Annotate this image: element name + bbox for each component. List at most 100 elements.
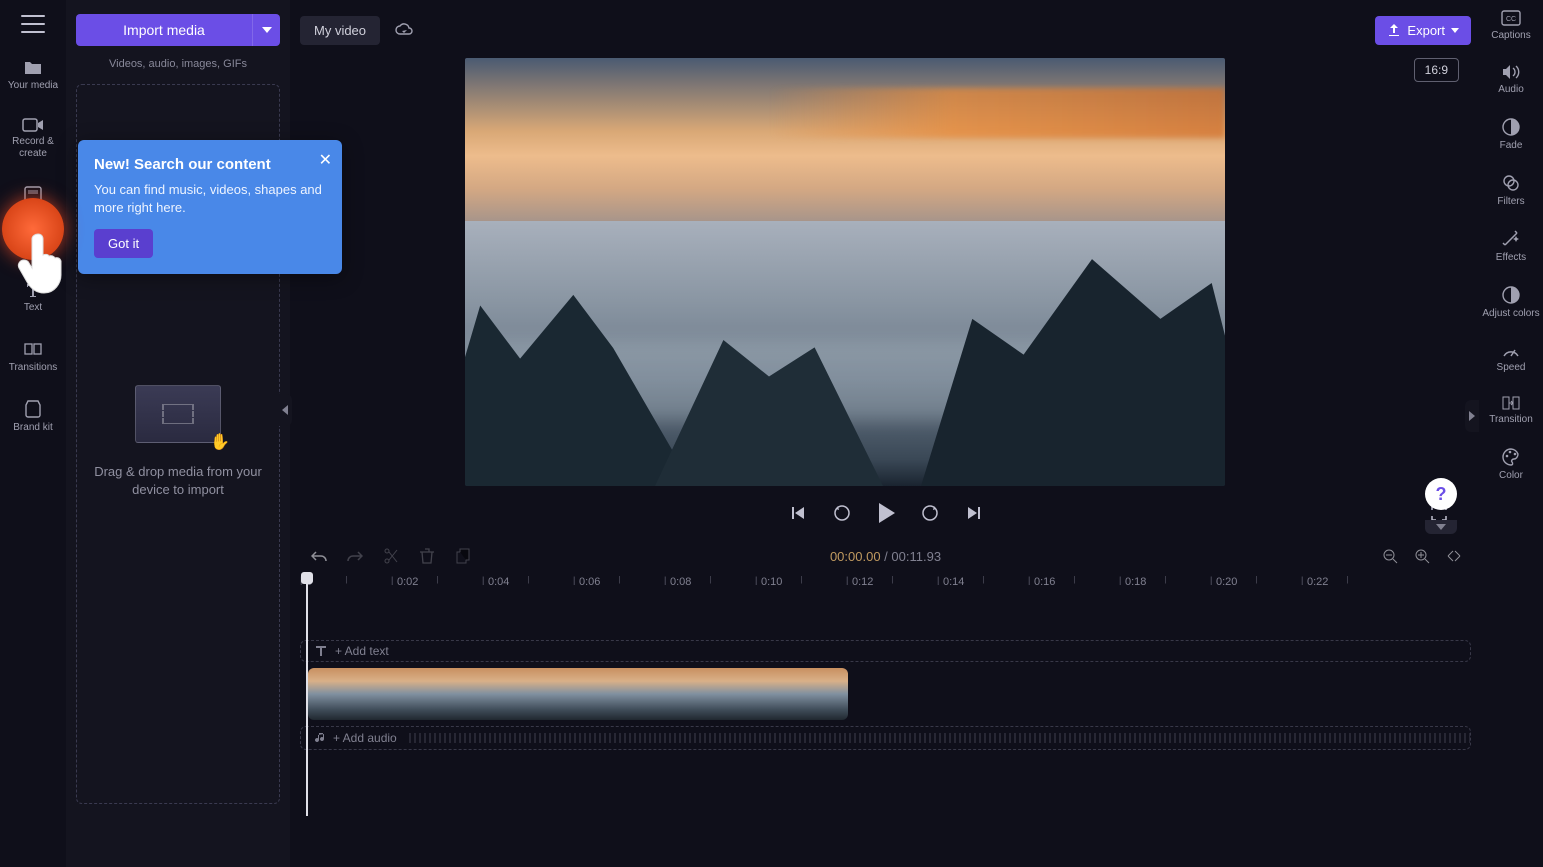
add-text-label: + Add text [335,644,389,658]
sidebar-item-transition[interactable]: Transition [1479,394,1543,428]
sidebar-label: Captions [1491,30,1530,42]
camera-icon [22,118,44,132]
rewind-icon[interactable] [830,501,854,525]
media-clip[interactable] [308,668,848,720]
speed-icon [1502,342,1520,358]
time-display: 00:00.00 / 00:11.93 [830,549,941,564]
fade-icon [1502,118,1520,136]
sidebar-item-your-media[interactable]: Your media [0,58,66,94]
cloud-sync-icon[interactable] [390,16,418,44]
sidebar-label: Color [1499,470,1523,482]
import-media-button[interactable]: Import media [76,14,280,46]
ruler-tick: 0| [300,575,391,595]
split-icon[interactable] [382,547,400,565]
text-icon [315,645,327,657]
sidebar-label: Transitions [9,362,58,374]
total-time: 00:11.93 [891,549,941,564]
sidebar-label: Effects [1496,252,1526,264]
sidebar-label: Record & create [0,136,66,160]
feature-popover: ✕ New! Search our content You can find m… [78,140,342,274]
adjust-icon [1502,286,1520,304]
sidebar-item-color[interactable]: Color [1479,446,1543,484]
undo-icon[interactable] [310,547,328,565]
sidebar-item-speed[interactable]: Speed [1479,340,1543,376]
ruler-tick: 0:14| [937,575,1028,595]
music-icon [315,732,327,744]
export-button[interactable]: Export [1375,16,1471,45]
sidebar-label: Brand kit [13,422,52,434]
close-icon[interactable]: ✕ [319,150,332,170]
sidebar-item-effects[interactable]: Effects [1479,228,1543,266]
zoom-in-icon[interactable] [1413,547,1431,565]
left-sidebar: Your media Record & create Text Transiti… [0,0,66,867]
skip-end-icon[interactable] [962,501,986,525]
zoom-out-icon[interactable] [1381,547,1399,565]
popover-got-it-button[interactable]: Got it [94,229,153,258]
aspect-ratio-button[interactable]: 16:9 [1414,58,1459,82]
playhead[interactable] [306,572,308,816]
folder-icon [23,60,43,76]
help-button[interactable]: ? [1425,478,1457,510]
chevron-down-icon [1451,28,1459,33]
collapse-panel-left-icon[interactable] [278,394,292,426]
sidebar-item-record-create[interactable]: Record & create [0,116,66,162]
fit-icon[interactable] [1445,547,1463,565]
ruler-tick: 0:22| [1301,575,1392,595]
sidebar-item-filters[interactable]: Filters [1479,172,1543,210]
audio-icon [1502,64,1520,80]
sidebar-item-fade[interactable]: Fade [1479,116,1543,154]
edit-toolbar: 00:00.00 / 00:11.93 [300,542,1471,570]
media-track[interactable] [300,668,1471,720]
ruler-tick: 0:16| [1028,575,1119,595]
ruler-tick: 0:10| [755,575,846,595]
audio-track[interactable]: + Add audio [300,726,1471,750]
delete-icon[interactable] [418,547,436,565]
timeline-ruler[interactable]: 0|0:02|0:04|0:06|0:08|0:10|0:12|0:14|0:1… [300,575,1471,595]
sidebar-label: Fade [1500,140,1523,152]
video-preview [465,58,1225,486]
drop-thumbnail-icon: ✋ [135,385,221,443]
text-track[interactable]: + Add text [300,640,1471,662]
sidebar-label: Audio [1498,84,1524,96]
sidebar-item-audio[interactable]: Audio [1479,62,1543,98]
right-sidebar: CC Captions Audio Fade Filters Effects A… [1479,0,1543,867]
media-panel-subtitle: Videos, audio, images, GIFs [76,58,280,70]
brandkit-icon [25,400,41,418]
forward-icon[interactable] [918,501,942,525]
popover-body: You can find music, videos, shapes and m… [94,181,326,217]
playback-controls [300,495,1471,531]
ruler-tick: 0:08| [664,575,755,595]
ruler-tick: 0:20| [1210,575,1301,595]
duplicate-icon[interactable] [454,547,472,565]
sidebar-label: Transition [1489,414,1533,426]
sidebar-label: Speed [1497,362,1526,374]
play-icon[interactable] [874,501,898,525]
menu-icon[interactable] [21,15,45,33]
ruler-tick: 0:06| [573,575,664,595]
color-icon [1502,448,1520,466]
captions-icon: CC [1501,10,1521,26]
svg-text:CC: CC [1506,16,1516,23]
skip-start-icon[interactable] [786,501,810,525]
filters-icon [1502,174,1520,192]
redo-icon[interactable] [346,547,364,565]
ruler-tick: 0:18| [1119,575,1210,595]
drop-zone-text: Drag & drop media from your device to im… [77,463,279,499]
sidebar-label: Filters [1497,196,1524,208]
transition-icon [1502,396,1520,410]
sidebar-label: Your media [8,80,58,92]
sidebar-item-transitions[interactable]: Transitions [0,338,66,376]
transitions-icon [24,340,42,358]
expand-down-icon[interactable] [1425,520,1457,534]
video-title-button[interactable]: My video [300,16,380,45]
sidebar-item-captions[interactable]: CC Captions [1479,8,1543,44]
sidebar-item-brand-kit[interactable]: Brand kit [0,398,66,436]
collapse-panel-right-icon[interactable] [1465,400,1479,432]
timeline: + Add text + Add audio [300,600,1471,756]
sidebar-item-adjust-colors[interactable]: Adjust colors [1479,284,1543,322]
ruler-tick: 0:04| [482,575,573,595]
upload-icon [1387,23,1401,37]
ruler-tick: 0:12| [846,575,937,595]
sidebar-label: Text [24,302,42,314]
import-caret-icon[interactable] [252,14,280,46]
